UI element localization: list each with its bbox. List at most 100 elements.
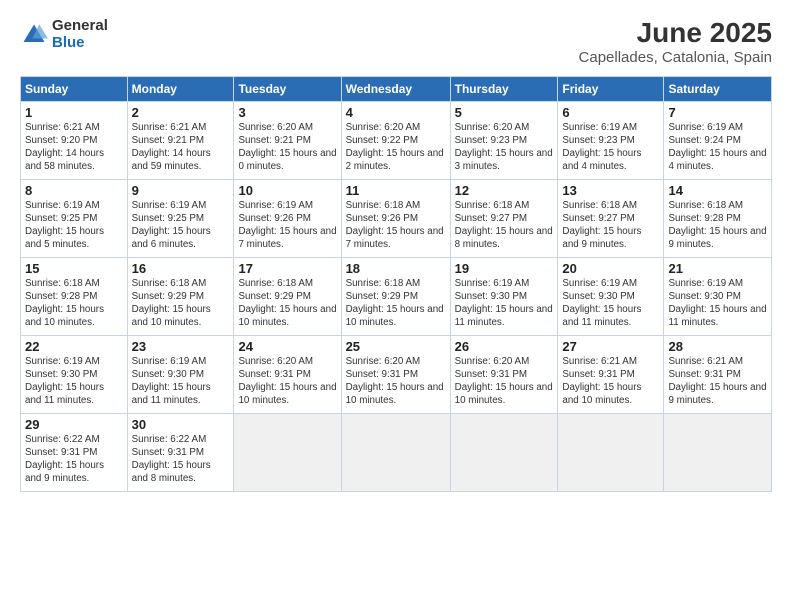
day-info: Sunrise: 6:18 AMSunset: 9:29 PMDaylight:… [238, 277, 336, 330]
day-number: 21 [668, 261, 767, 276]
day-number: 12 [455, 183, 554, 198]
day-info: Sunrise: 6:22 AMSunset: 9:31 PMDaylight:… [132, 433, 230, 486]
day-info: Sunrise: 6:19 AMSunset: 9:23 PMDaylight:… [562, 121, 659, 174]
day-info: Sunrise: 6:21 AMSunset: 9:31 PMDaylight:… [562, 355, 659, 408]
day-number: 20 [562, 261, 659, 276]
day-9: 9 Sunrise: 6:19 AMSunset: 9:25 PMDayligh… [127, 179, 234, 257]
day-17: 17 Sunrise: 6:18 AMSunset: 9:29 PMDaylig… [234, 257, 341, 335]
col-friday: Friday [558, 76, 664, 101]
day-info: Sunrise: 6:18 AMSunset: 9:28 PMDaylight:… [668, 199, 767, 252]
day-info: Sunrise: 6:18 AMSunset: 9:28 PMDaylight:… [25, 277, 123, 330]
day-24: 24 Sunrise: 6:20 AMSunset: 9:31 PMDaylig… [234, 335, 341, 413]
day-10: 10 Sunrise: 6:19 AMSunset: 9:26 PMDaylig… [234, 179, 341, 257]
day-number: 9 [132, 183, 230, 198]
day-20: 20 Sunrise: 6:19 AMSunset: 9:30 PMDaylig… [558, 257, 664, 335]
day-number: 17 [238, 261, 336, 276]
day-number: 15 [25, 261, 123, 276]
day-info: Sunrise: 6:19 AMSunset: 9:26 PMDaylight:… [238, 199, 336, 252]
day-number: 1 [25, 105, 123, 120]
empty-cell [341, 413, 450, 491]
title-block: June 2025 Capellades, Catalonia, Spain [579, 18, 772, 66]
day-6: 6 Sunrise: 6:19 AMSunset: 9:23 PMDayligh… [558, 101, 664, 179]
empty-cell [558, 413, 664, 491]
day-13: 13 Sunrise: 6:18 AMSunset: 9:27 PMDaylig… [558, 179, 664, 257]
col-thursday: Thursday [450, 76, 558, 101]
table-row: 22 Sunrise: 6:19 AMSunset: 9:30 PMDaylig… [21, 335, 772, 413]
day-22: 22 Sunrise: 6:19 AMSunset: 9:30 PMDaylig… [21, 335, 128, 413]
day-info: Sunrise: 6:19 AMSunset: 9:30 PMDaylight:… [132, 355, 230, 408]
day-number: 26 [455, 339, 554, 354]
day-2: 2 Sunrise: 6:21 AMSunset: 9:21 PMDayligh… [127, 101, 234, 179]
day-number: 6 [562, 105, 659, 120]
day-number: 29 [25, 417, 123, 432]
calendar-body: 1 Sunrise: 6:21 AMSunset: 9:20 PMDayligh… [21, 101, 772, 491]
day-26: 26 Sunrise: 6:20 AMSunset: 9:31 PMDaylig… [450, 335, 558, 413]
day-info: Sunrise: 6:22 AMSunset: 9:31 PMDaylight:… [25, 433, 123, 486]
day-number: 10 [238, 183, 336, 198]
day-info: Sunrise: 6:19 AMSunset: 9:24 PMDaylight:… [668, 121, 767, 174]
calendar-header: Sunday Monday Tuesday Wednesday Thursday… [21, 76, 772, 101]
empty-cell [664, 413, 772, 491]
day-15: 15 Sunrise: 6:18 AMSunset: 9:28 PMDaylig… [21, 257, 128, 335]
calendar-subtitle: Capellades, Catalonia, Spain [579, 49, 772, 66]
day-number: 16 [132, 261, 230, 276]
day-25: 25 Sunrise: 6:20 AMSunset: 9:31 PMDaylig… [341, 335, 450, 413]
col-monday: Monday [127, 76, 234, 101]
day-info: Sunrise: 6:20 AMSunset: 9:22 PMDaylight:… [346, 121, 446, 174]
header-row: Sunday Monday Tuesday Wednesday Thursday… [21, 76, 772, 101]
logo: General Blue [20, 18, 108, 51]
day-info: Sunrise: 6:21 AMSunset: 9:31 PMDaylight:… [668, 355, 767, 408]
empty-cell [450, 413, 558, 491]
day-11: 11 Sunrise: 6:18 AMSunset: 9:26 PMDaylig… [341, 179, 450, 257]
day-info: Sunrise: 6:19 AMSunset: 9:30 PMDaylight:… [455, 277, 554, 330]
day-number: 18 [346, 261, 446, 276]
day-18: 18 Sunrise: 6:18 AMSunset: 9:29 PMDaylig… [341, 257, 450, 335]
day-30: 30 Sunrise: 6:22 AMSunset: 9:31 PMDaylig… [127, 413, 234, 491]
day-number: 3 [238, 105, 336, 120]
col-tuesday: Tuesday [234, 76, 341, 101]
day-number: 11 [346, 183, 446, 198]
day-info: Sunrise: 6:20 AMSunset: 9:31 PMDaylight:… [238, 355, 336, 408]
logo-text: General Blue [52, 18, 108, 51]
day-info: Sunrise: 6:20 AMSunset: 9:23 PMDaylight:… [455, 121, 554, 174]
day-info: Sunrise: 6:19 AMSunset: 9:30 PMDaylight:… [25, 355, 123, 408]
day-5: 5 Sunrise: 6:20 AMSunset: 9:23 PMDayligh… [450, 101, 558, 179]
table-row: 15 Sunrise: 6:18 AMSunset: 9:28 PMDaylig… [21, 257, 772, 335]
day-number: 28 [668, 339, 767, 354]
table-row: 1 Sunrise: 6:21 AMSunset: 9:20 PMDayligh… [21, 101, 772, 179]
day-16: 16 Sunrise: 6:18 AMSunset: 9:29 PMDaylig… [127, 257, 234, 335]
day-number: 30 [132, 417, 230, 432]
day-number: 13 [562, 183, 659, 198]
day-12: 12 Sunrise: 6:18 AMSunset: 9:27 PMDaylig… [450, 179, 558, 257]
day-27: 27 Sunrise: 6:21 AMSunset: 9:31 PMDaylig… [558, 335, 664, 413]
day-info: Sunrise: 6:19 AMSunset: 9:25 PMDaylight:… [132, 199, 230, 252]
day-number: 19 [455, 261, 554, 276]
col-saturday: Saturday [664, 76, 772, 101]
day-4: 4 Sunrise: 6:20 AMSunset: 9:22 PMDayligh… [341, 101, 450, 179]
day-23: 23 Sunrise: 6:19 AMSunset: 9:30 PMDaylig… [127, 335, 234, 413]
day-info: Sunrise: 6:18 AMSunset: 9:26 PMDaylight:… [346, 199, 446, 252]
calendar-title: June 2025 [579, 18, 772, 49]
logo-general: General [52, 18, 108, 35]
page: General Blue June 2025 Capellades, Catal… [0, 0, 792, 612]
logo-icon [20, 21, 48, 49]
day-number: 25 [346, 339, 446, 354]
day-number: 27 [562, 339, 659, 354]
day-28: 28 Sunrise: 6:21 AMSunset: 9:31 PMDaylig… [664, 335, 772, 413]
day-number: 24 [238, 339, 336, 354]
day-info: Sunrise: 6:19 AMSunset: 9:30 PMDaylight:… [668, 277, 767, 330]
day-info: Sunrise: 6:18 AMSunset: 9:29 PMDaylight:… [346, 277, 446, 330]
day-number: 8 [25, 183, 123, 198]
header: General Blue June 2025 Capellades, Catal… [20, 18, 772, 66]
logo-blue: Blue [52, 35, 108, 52]
day-14: 14 Sunrise: 6:18 AMSunset: 9:28 PMDaylig… [664, 179, 772, 257]
day-info: Sunrise: 6:18 AMSunset: 9:29 PMDaylight:… [132, 277, 230, 330]
day-info: Sunrise: 6:19 AMSunset: 9:30 PMDaylight:… [562, 277, 659, 330]
table-row last-row: 29 Sunrise: 6:22 AMSunset: 9:31 PMDaylig… [21, 413, 772, 491]
day-number: 14 [668, 183, 767, 198]
day-number: 2 [132, 105, 230, 120]
day-number: 5 [455, 105, 554, 120]
day-info: Sunrise: 6:20 AMSunset: 9:31 PMDaylight:… [346, 355, 446, 408]
day-1: 1 Sunrise: 6:21 AMSunset: 9:20 PMDayligh… [21, 101, 128, 179]
day-7: 7 Sunrise: 6:19 AMSunset: 9:24 PMDayligh… [664, 101, 772, 179]
